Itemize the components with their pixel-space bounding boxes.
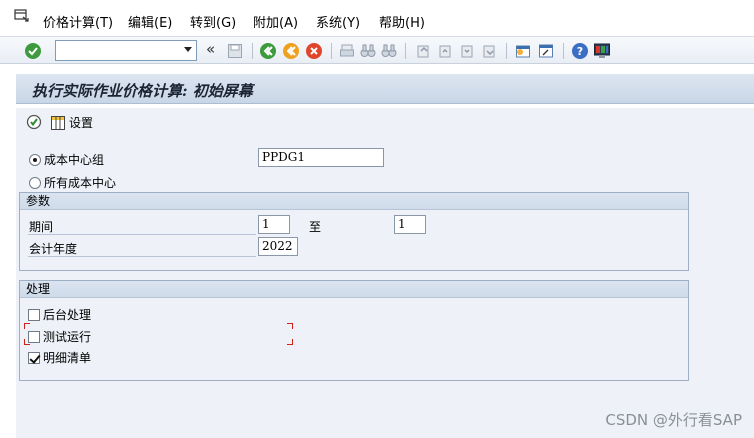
toolbar-separator bbox=[331, 43, 332, 59]
focus-marker bbox=[287, 339, 293, 345]
back-button[interactable] bbox=[259, 42, 277, 60]
binoculars-plus-icon bbox=[381, 44, 397, 57]
exit-icon bbox=[283, 43, 299, 59]
all-cost-centers-option[interactable]: 所有成本中心 bbox=[29, 174, 116, 191]
menu-edit[interactable]: 编辑(E) bbox=[128, 12, 172, 31]
next-page-icon bbox=[461, 45, 473, 58]
save-button[interactable] bbox=[226, 42, 244, 60]
help-icon: ? bbox=[572, 43, 588, 59]
toolbar-separator bbox=[563, 43, 564, 59]
period-from-input[interactable]: 1 bbox=[258, 215, 290, 234]
exit-button[interactable] bbox=[282, 42, 300, 60]
label-underline bbox=[28, 256, 256, 257]
next-page-button[interactable] bbox=[458, 42, 476, 60]
focus-marker bbox=[24, 323, 30, 329]
menu-price-calculation[interactable]: 价格计算(T) bbox=[43, 12, 113, 31]
menu-extras[interactable]: 附加(A) bbox=[253, 12, 298, 31]
label-underline bbox=[28, 234, 256, 235]
page-title: 执行实际作业价格计算: 初始屏幕 bbox=[32, 82, 253, 100]
back-icon bbox=[260, 43, 276, 59]
new-session-icon bbox=[516, 45, 530, 58]
test-run-option[interactable]: 测试运行 bbox=[28, 328, 91, 345]
processing-heading: 处理 bbox=[20, 281, 688, 298]
cancel-button[interactable] bbox=[305, 42, 323, 60]
standard-toolbar: « ? bbox=[0, 36, 754, 64]
fiscal-year-label: 会计年度 bbox=[29, 242, 78, 256]
print-icon bbox=[340, 44, 354, 57]
period-label: 期间 bbox=[29, 220, 54, 234]
background-processing-option[interactable]: 后台处理 bbox=[28, 306, 91, 323]
menu-goto[interactable]: 转到(G) bbox=[190, 12, 236, 31]
menu-bar: 价格计算(T) 编辑(E) 转到(G) 附加(A) 系统(Y) 帮助(H) bbox=[0, 0, 754, 36]
background-processing-checkbox[interactable] bbox=[28, 308, 40, 321]
background-processing-label: 后台处理 bbox=[43, 308, 92, 322]
svg-text:?: ? bbox=[577, 45, 583, 58]
shortcut-button[interactable] bbox=[537, 42, 555, 60]
parameters-heading: 参数 bbox=[20, 193, 688, 210]
create-session-button[interactable] bbox=[514, 42, 532, 60]
settings-label: 设置 bbox=[69, 116, 94, 130]
customize-layout-icon bbox=[594, 43, 610, 58]
first-page-button[interactable] bbox=[414, 42, 432, 60]
selection-screen: 成本中心组 PPDG1 所有成本中心 参数 期间 1 至 1 会计年度 2022… bbox=[16, 136, 754, 438]
find-button[interactable] bbox=[359, 42, 377, 60]
all-cost-centers-radio[interactable] bbox=[29, 176, 41, 189]
last-page-button[interactable] bbox=[480, 42, 498, 60]
watermark-text: CSDN @外行看SAP bbox=[605, 411, 742, 429]
settings-table-icon bbox=[51, 115, 65, 130]
detail-list-checkbox[interactable] bbox=[28, 351, 40, 364]
layout-menu-button[interactable] bbox=[593, 42, 611, 60]
cost-center-group-option[interactable]: 成本中心组 bbox=[29, 151, 104, 168]
execute-icon bbox=[26, 114, 42, 130]
cost-center-group-radio[interactable] bbox=[29, 153, 41, 166]
settings-button[interactable]: 设置 bbox=[51, 114, 93, 131]
cost-center-group-input[interactable]: PPDG1 bbox=[258, 148, 384, 167]
processing-group: 处理 后台处理 测试运行 明细清单 bbox=[19, 280, 689, 381]
detail-list-option[interactable]: 明细清单 bbox=[28, 349, 91, 366]
test-run-label: 测试运行 bbox=[43, 330, 92, 344]
all-cost-centers-label: 所有成本中心 bbox=[44, 176, 117, 190]
screen-title-bar: 执行实际作业价格计算: 初始屏幕 bbox=[16, 74, 754, 104]
toolbar-separator bbox=[405, 43, 406, 59]
menu-window-icon[interactable] bbox=[14, 9, 30, 23]
focus-marker bbox=[287, 323, 293, 329]
command-field[interactable] bbox=[55, 40, 197, 61]
first-page-icon bbox=[417, 45, 429, 58]
save-icon bbox=[228, 44, 242, 58]
menu-help[interactable]: 帮助(H) bbox=[379, 12, 425, 31]
binoculars-icon bbox=[360, 44, 376, 57]
focus-marker bbox=[24, 339, 30, 345]
previous-page-icon bbox=[439, 45, 451, 58]
detail-list-label: 明细清单 bbox=[43, 351, 92, 365]
to-label: 至 bbox=[309, 220, 322, 234]
help-button[interactable]: ? bbox=[571, 42, 589, 60]
fiscal-year-input[interactable]: 2022 bbox=[258, 237, 298, 256]
toolbar-separator bbox=[506, 43, 507, 59]
previous-page-button[interactable] bbox=[436, 42, 454, 60]
enter-button[interactable] bbox=[24, 42, 42, 60]
shortcut-icon bbox=[539, 44, 553, 58]
application-toolbar: 设置 bbox=[16, 108, 754, 136]
parameters-group: 参数 期间 1 至 1 会计年度 2022 bbox=[19, 192, 689, 271]
checkmark-icon bbox=[25, 43, 41, 59]
last-page-icon bbox=[483, 45, 495, 58]
menu-system[interactable]: 系统(Y) bbox=[316, 12, 360, 31]
print-button[interactable] bbox=[338, 42, 356, 60]
execute-button[interactable] bbox=[26, 114, 42, 130]
chevron-down-icon[interactable] bbox=[184, 47, 192, 52]
toolbar-separator bbox=[252, 43, 253, 59]
collapse-chevron-icon[interactable]: « bbox=[206, 40, 215, 58]
cancel-icon bbox=[306, 43, 322, 59]
find-next-button[interactable] bbox=[380, 42, 398, 60]
cost-center-group-label: 成本中心组 bbox=[44, 153, 105, 167]
period-to-input[interactable]: 1 bbox=[394, 215, 426, 234]
